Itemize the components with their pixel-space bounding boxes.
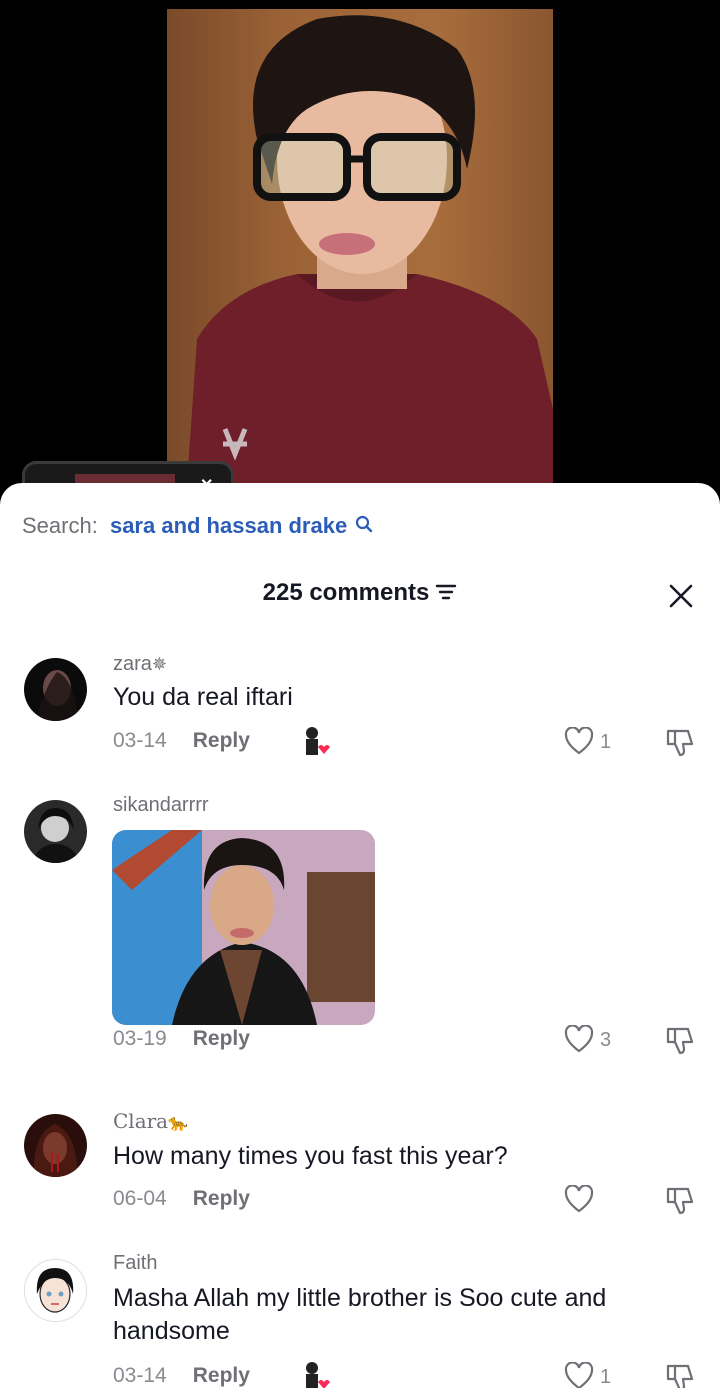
comment-username[interactable]: Clara🐆	[113, 1109, 188, 1134]
username-text: zara	[113, 653, 152, 675]
reply-button[interactable]: Reply	[193, 1364, 250, 1387]
avatar[interactable]	[24, 800, 87, 863]
creator-liked-icon	[298, 725, 332, 757]
comment-text: How many times you fast this year?	[113, 1142, 508, 1170]
like-button[interactable]: 1	[564, 726, 624, 759]
comment-meta: 06-04 Reply	[113, 1187, 250, 1211]
dislike-icon[interactable]	[664, 1361, 698, 1388]
comment-text: You da real iftari	[113, 683, 293, 711]
comments-count: 225 comments	[262, 579, 430, 606]
like-count: 3	[600, 1029, 612, 1051]
sun-icon: ✵	[151, 654, 167, 674]
video-person-image	[187, 15, 553, 483]
reply-button[interactable]: Reply	[193, 729, 250, 752]
comments-header[interactable]: 225 comments	[0, 579, 720, 608]
search-icon	[355, 513, 373, 539]
reply-button[interactable]: Reply	[193, 1027, 250, 1050]
comment-meta: 03-14 Reply	[113, 729, 250, 753]
comment-meta: 03-14 Reply	[113, 1364, 250, 1388]
video-frame[interactable]	[167, 9, 553, 483]
like-button[interactable]	[564, 1184, 624, 1217]
comments-sheet: Search: sara and hassan drake 225 commen…	[0, 483, 720, 1388]
dislike-icon[interactable]	[664, 1024, 698, 1058]
avatar[interactable]	[24, 1114, 87, 1177]
avatar[interactable]	[24, 1259, 87, 1322]
comment-username[interactable]: Faith	[113, 1252, 157, 1275]
comment-photo[interactable]	[112, 830, 375, 1025]
comment-date: 03-14	[113, 1364, 167, 1387]
avatar[interactable]	[24, 658, 87, 721]
dislike-icon[interactable]	[664, 1184, 698, 1218]
username-text: Clara	[113, 1109, 169, 1133]
heart-icon	[564, 1361, 594, 1388]
search-query-link[interactable]: sara and hassan drake	[110, 513, 347, 538]
comment-text: Masha Allah my little brother is Soo cut…	[113, 1284, 607, 1345]
comment-date: 06-04	[113, 1187, 167, 1210]
leopard-icon: 🐆	[168, 1115, 189, 1132]
comment-date: 03-19	[113, 1027, 167, 1050]
comment-meta: 03-19 Reply	[113, 1027, 250, 1051]
heart-icon	[564, 1024, 594, 1053]
sort-filter-icon[interactable]	[435, 580, 457, 608]
reply-button[interactable]: Reply	[193, 1187, 250, 1210]
like-count: 1	[600, 731, 612, 753]
close-icon[interactable]	[666, 581, 696, 611]
heart-icon	[564, 726, 594, 755]
like-button[interactable]: 1	[564, 1361, 624, 1388]
dislike-icon[interactable]	[664, 726, 698, 760]
creator-liked-icon	[298, 1360, 332, 1388]
like-button[interactable]: 3	[564, 1024, 624, 1057]
heart-icon	[564, 1184, 594, 1213]
search-suggestion[interactable]: Search: sara and hassan drake	[22, 513, 373, 539]
video-player[interactable]: ✕	[0, 0, 720, 504]
search-label: Search:	[22, 513, 98, 538]
comment-username[interactable]: sikandarrrr	[113, 794, 209, 817]
comment-date: 03-14	[113, 729, 167, 752]
comment-username[interactable]: zara✵	[113, 653, 167, 676]
like-count: 1	[600, 1366, 612, 1388]
